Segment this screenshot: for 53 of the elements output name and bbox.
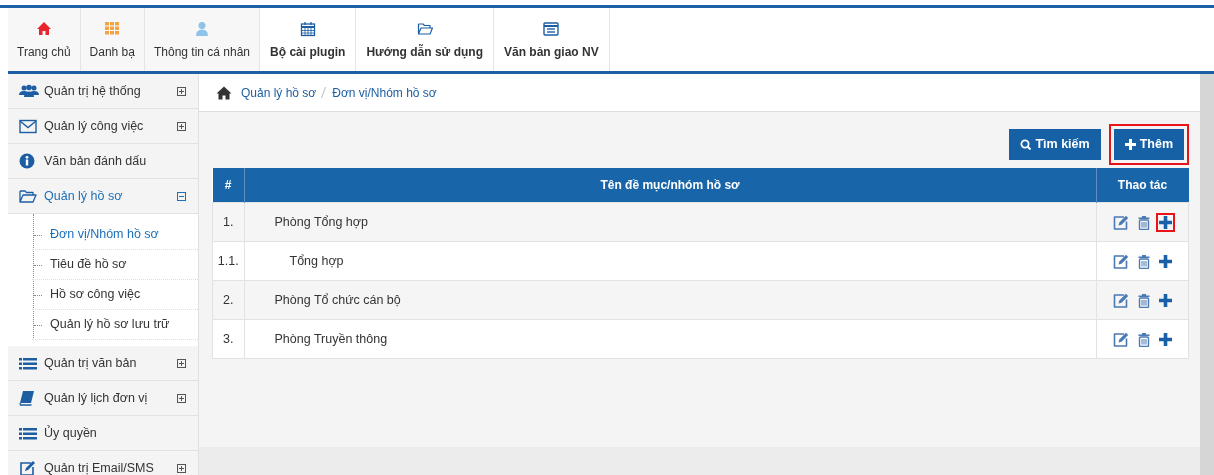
- trash-icon: [1137, 331, 1150, 347]
- table-cell: 1.: [212, 202, 244, 242]
- table-cell: 2.: [212, 280, 244, 320]
- sidebar-subitem[interactable]: Hồ sơ công việc: [32, 280, 198, 310]
- info-icon: [19, 153, 35, 169]
- plus-icon: [1158, 332, 1172, 346]
- envelope-icon: [19, 118, 37, 134]
- book-icon: [19, 390, 35, 406]
- trash-icon: [1137, 214, 1150, 230]
- list-icon: [19, 356, 37, 370]
- trash-icon: [1137, 253, 1150, 269]
- calendar-icon: [299, 20, 316, 37]
- table-cell: Phòng Truyền thông: [244, 319, 1096, 359]
- sidebar-subitem[interactable]: Đơn vị/Nhóm hồ sơ: [32, 220, 198, 250]
- edit-icon: [19, 460, 36, 475]
- users-icon: [19, 84, 39, 98]
- edit-icon: [1112, 331, 1129, 347]
- edit-icon: [1112, 253, 1129, 269]
- sidebar-subitem[interactable]: Quản lý hồ sơ lưu trữ: [32, 310, 198, 340]
- search-icon: [1020, 138, 1032, 150]
- edit-icon: [1112, 214, 1129, 230]
- list-icon: [19, 426, 37, 440]
- scrollbar[interactable]: [1200, 74, 1214, 475]
- plus-icon: [1124, 138, 1136, 150]
- table-cell: 1.1.: [212, 241, 244, 281]
- add-button[interactable]: Thêm: [1113, 128, 1184, 160]
- table-cell: Tổng hợp: [244, 241, 1096, 281]
- column-header: Thao tác: [1096, 168, 1189, 203]
- home-icon: [216, 85, 232, 100]
- folder-icon: [416, 20, 433, 37]
- edit-icon: [1112, 292, 1129, 308]
- column-header: Tên đề mục/nhóm hồ sơ: [244, 168, 1096, 203]
- nav-item[interactable]: Thông tin cá nhân: [144, 8, 261, 71]
- folder-icon: [19, 188, 37, 204]
- grid-icon: [104, 20, 121, 37]
- nav-item[interactable]: Trang chủ: [8, 8, 81, 71]
- plus-icon: [1158, 215, 1172, 229]
- plus-icon: [1158, 293, 1172, 307]
- sidebar-subitem[interactable]: Tiêu đề hồ sơ: [32, 250, 198, 280]
- plus-icon: [1158, 254, 1172, 268]
- trash-icon: [1137, 292, 1150, 308]
- table-cell: 3.: [212, 319, 244, 359]
- breadcrumb-link[interactable]: Quản lý hồ sơ: [241, 85, 317, 100]
- nav-item[interactable]: Danh bạ: [80, 8, 145, 71]
- table-cell: Phòng Tổng hợp: [244, 202, 1096, 242]
- home-icon: [35, 20, 52, 37]
- user-icon: [194, 20, 210, 37]
- table-cell: Phòng Tổ chức cán bộ: [244, 280, 1096, 320]
- window-icon: [543, 20, 560, 37]
- add-child-button[interactable]: [1155, 212, 1175, 232]
- search-button[interactable]: Tìm kiếm: [1009, 128, 1101, 160]
- column-header: #: [212, 168, 244, 203]
- breadcrumb-link[interactable]: Đơn vị/Nhóm hồ sơ: [332, 85, 437, 100]
